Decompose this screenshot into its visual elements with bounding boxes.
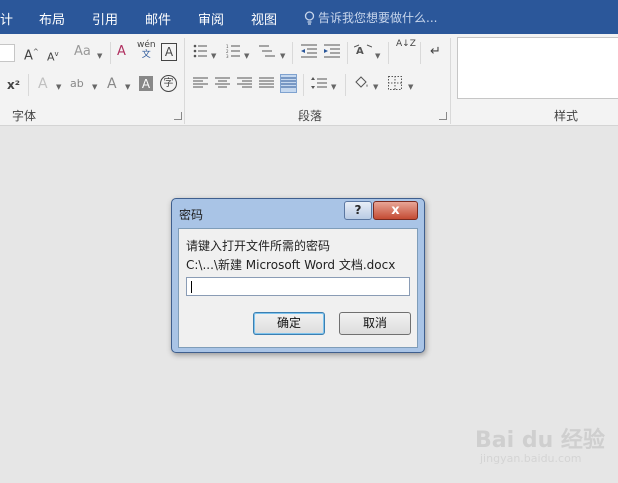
chevron-down-icon[interactable]: ▼ xyxy=(373,83,378,91)
close-button[interactable]: x xyxy=(373,201,418,220)
numbering-icon[interactable]: 123 xyxy=(226,44,240,62)
chevron-down-icon[interactable]: ▼ xyxy=(280,52,285,60)
superscript-icon[interactable]: x² xyxy=(7,77,20,93)
tab-mailings[interactable]: 邮件 xyxy=(145,9,171,28)
svg-text:3: 3 xyxy=(226,54,229,58)
divider xyxy=(420,42,421,64)
tab-design[interactable]: 计 xyxy=(0,9,13,28)
chevron-down-icon[interactable]: ▼ xyxy=(375,52,380,60)
line-spacing-icon[interactable] xyxy=(311,77,327,93)
highlight-icon[interactable]: ab xyxy=(70,76,84,92)
password-prompt: 请键入打开文件所需的密码 xyxy=(186,239,331,253)
password-input[interactable] xyxy=(186,277,410,296)
show-marks-icon[interactable]: ↵ xyxy=(430,44,441,60)
divider xyxy=(347,42,348,64)
decrease-indent-icon[interactable] xyxy=(301,44,317,62)
divider xyxy=(388,42,389,64)
tab-layout[interactable]: 布局 xyxy=(39,9,65,28)
password-dialog: 密码 ? x 请键入打开文件所需的密码 C:\...\新建 Microsoft … xyxy=(171,198,425,353)
justify-icon[interactable] xyxy=(259,77,274,93)
chevron-down-icon[interactable]: ▼ xyxy=(408,83,413,91)
ok-button[interactable]: 确定 xyxy=(253,312,325,335)
baidu-watermark: Bai du 经验 xyxy=(475,428,605,453)
svg-text:A: A xyxy=(356,46,364,57)
chevron-down-icon[interactable]: ▼ xyxy=(56,83,61,91)
chevron-down-icon[interactable]: ▼ xyxy=(97,52,102,60)
group-divider xyxy=(184,38,185,124)
character-border-icon[interactable]: A xyxy=(161,43,177,61)
align-left-icon[interactable] xyxy=(193,77,208,93)
paragraph-group-label: 段落 xyxy=(298,109,323,123)
file-path: C:\...\新建 Microsoft Word 文档.docx xyxy=(186,258,396,272)
lightbulb-icon xyxy=(304,11,315,25)
tell-me-box[interactable]: 告诉我您想要做什么... xyxy=(304,9,437,26)
sort-icon[interactable]: A↓Z xyxy=(396,40,416,49)
divider xyxy=(28,74,29,96)
group-divider xyxy=(450,38,451,124)
divider xyxy=(292,42,293,64)
tab-references[interactable]: 引用 xyxy=(92,9,118,28)
bullets-icon[interactable] xyxy=(193,44,207,62)
enclose-characters-icon[interactable]: 字 xyxy=(160,75,177,92)
align-center-icon[interactable] xyxy=(215,77,230,93)
grow-font-icon[interactable]: A^ xyxy=(24,44,39,64)
watermark-url: jingyan.baidu.com xyxy=(480,452,582,465)
align-right-icon[interactable] xyxy=(237,77,252,93)
ribbon-tab-bar: 计 布局 引用 邮件 审阅 视图 告诉我您想要做什么... xyxy=(0,0,618,34)
tab-review[interactable]: 审阅 xyxy=(198,9,224,28)
divider xyxy=(345,74,346,96)
styles-group-label: 样式 xyxy=(554,109,579,123)
dialog-body: 请键入打开文件所需的密码 C:\...\新建 Microsoft Word 文档… xyxy=(178,228,418,348)
text-effects-icon[interactable]: A xyxy=(38,76,48,92)
font-group-label: 字体 xyxy=(12,109,37,123)
chevron-down-icon[interactable]: ▼ xyxy=(211,52,216,60)
paint-bucket-icon[interactable] xyxy=(354,75,370,94)
font-dialog-launcher-icon[interactable] xyxy=(174,112,182,120)
text-cursor xyxy=(191,281,192,293)
chevron-down-icon[interactable]: ▼ xyxy=(92,83,97,91)
distributed-icon[interactable] xyxy=(280,74,297,93)
help-button[interactable]: ? xyxy=(344,201,372,220)
change-case-icon[interactable]: Aa xyxy=(74,44,91,60)
chevron-down-icon[interactable]: ▼ xyxy=(244,52,249,60)
increase-indent-icon[interactable] xyxy=(324,44,340,62)
font-color-icon[interactable]: A xyxy=(107,76,117,92)
tell-me-text: 告诉我您想要做什么... xyxy=(318,11,438,25)
phonetic-guide-icon[interactable]: wén 文 xyxy=(137,40,156,60)
shrink-font-icon[interactable]: Av xyxy=(47,46,59,66)
divider xyxy=(110,42,111,64)
divider xyxy=(303,74,304,96)
cancel-button[interactable]: 取消 xyxy=(339,312,411,335)
character-shading-icon[interactable]: A xyxy=(139,76,153,91)
clear-format-icon[interactable]: A xyxy=(117,44,126,60)
chevron-down-icon[interactable]: ▼ xyxy=(331,83,336,91)
ribbon: A^ Av Aa ▼ A wén 文 A x² A ▼ ab ▼ A ▼ A 字 … xyxy=(0,34,618,126)
dialog-title: 密码 xyxy=(179,208,204,222)
paragraph-dialog-launcher-icon[interactable] xyxy=(439,112,447,120)
tab-view[interactable]: 视图 xyxy=(251,9,277,28)
multilevel-list-icon[interactable] xyxy=(259,44,275,62)
font-size-combo[interactable] xyxy=(0,44,15,62)
borders-icon[interactable] xyxy=(388,76,402,94)
styles-gallery[interactable] xyxy=(457,37,618,99)
text-direction-icon[interactable]: A xyxy=(353,44,373,62)
chevron-down-icon[interactable]: ▼ xyxy=(125,83,130,91)
